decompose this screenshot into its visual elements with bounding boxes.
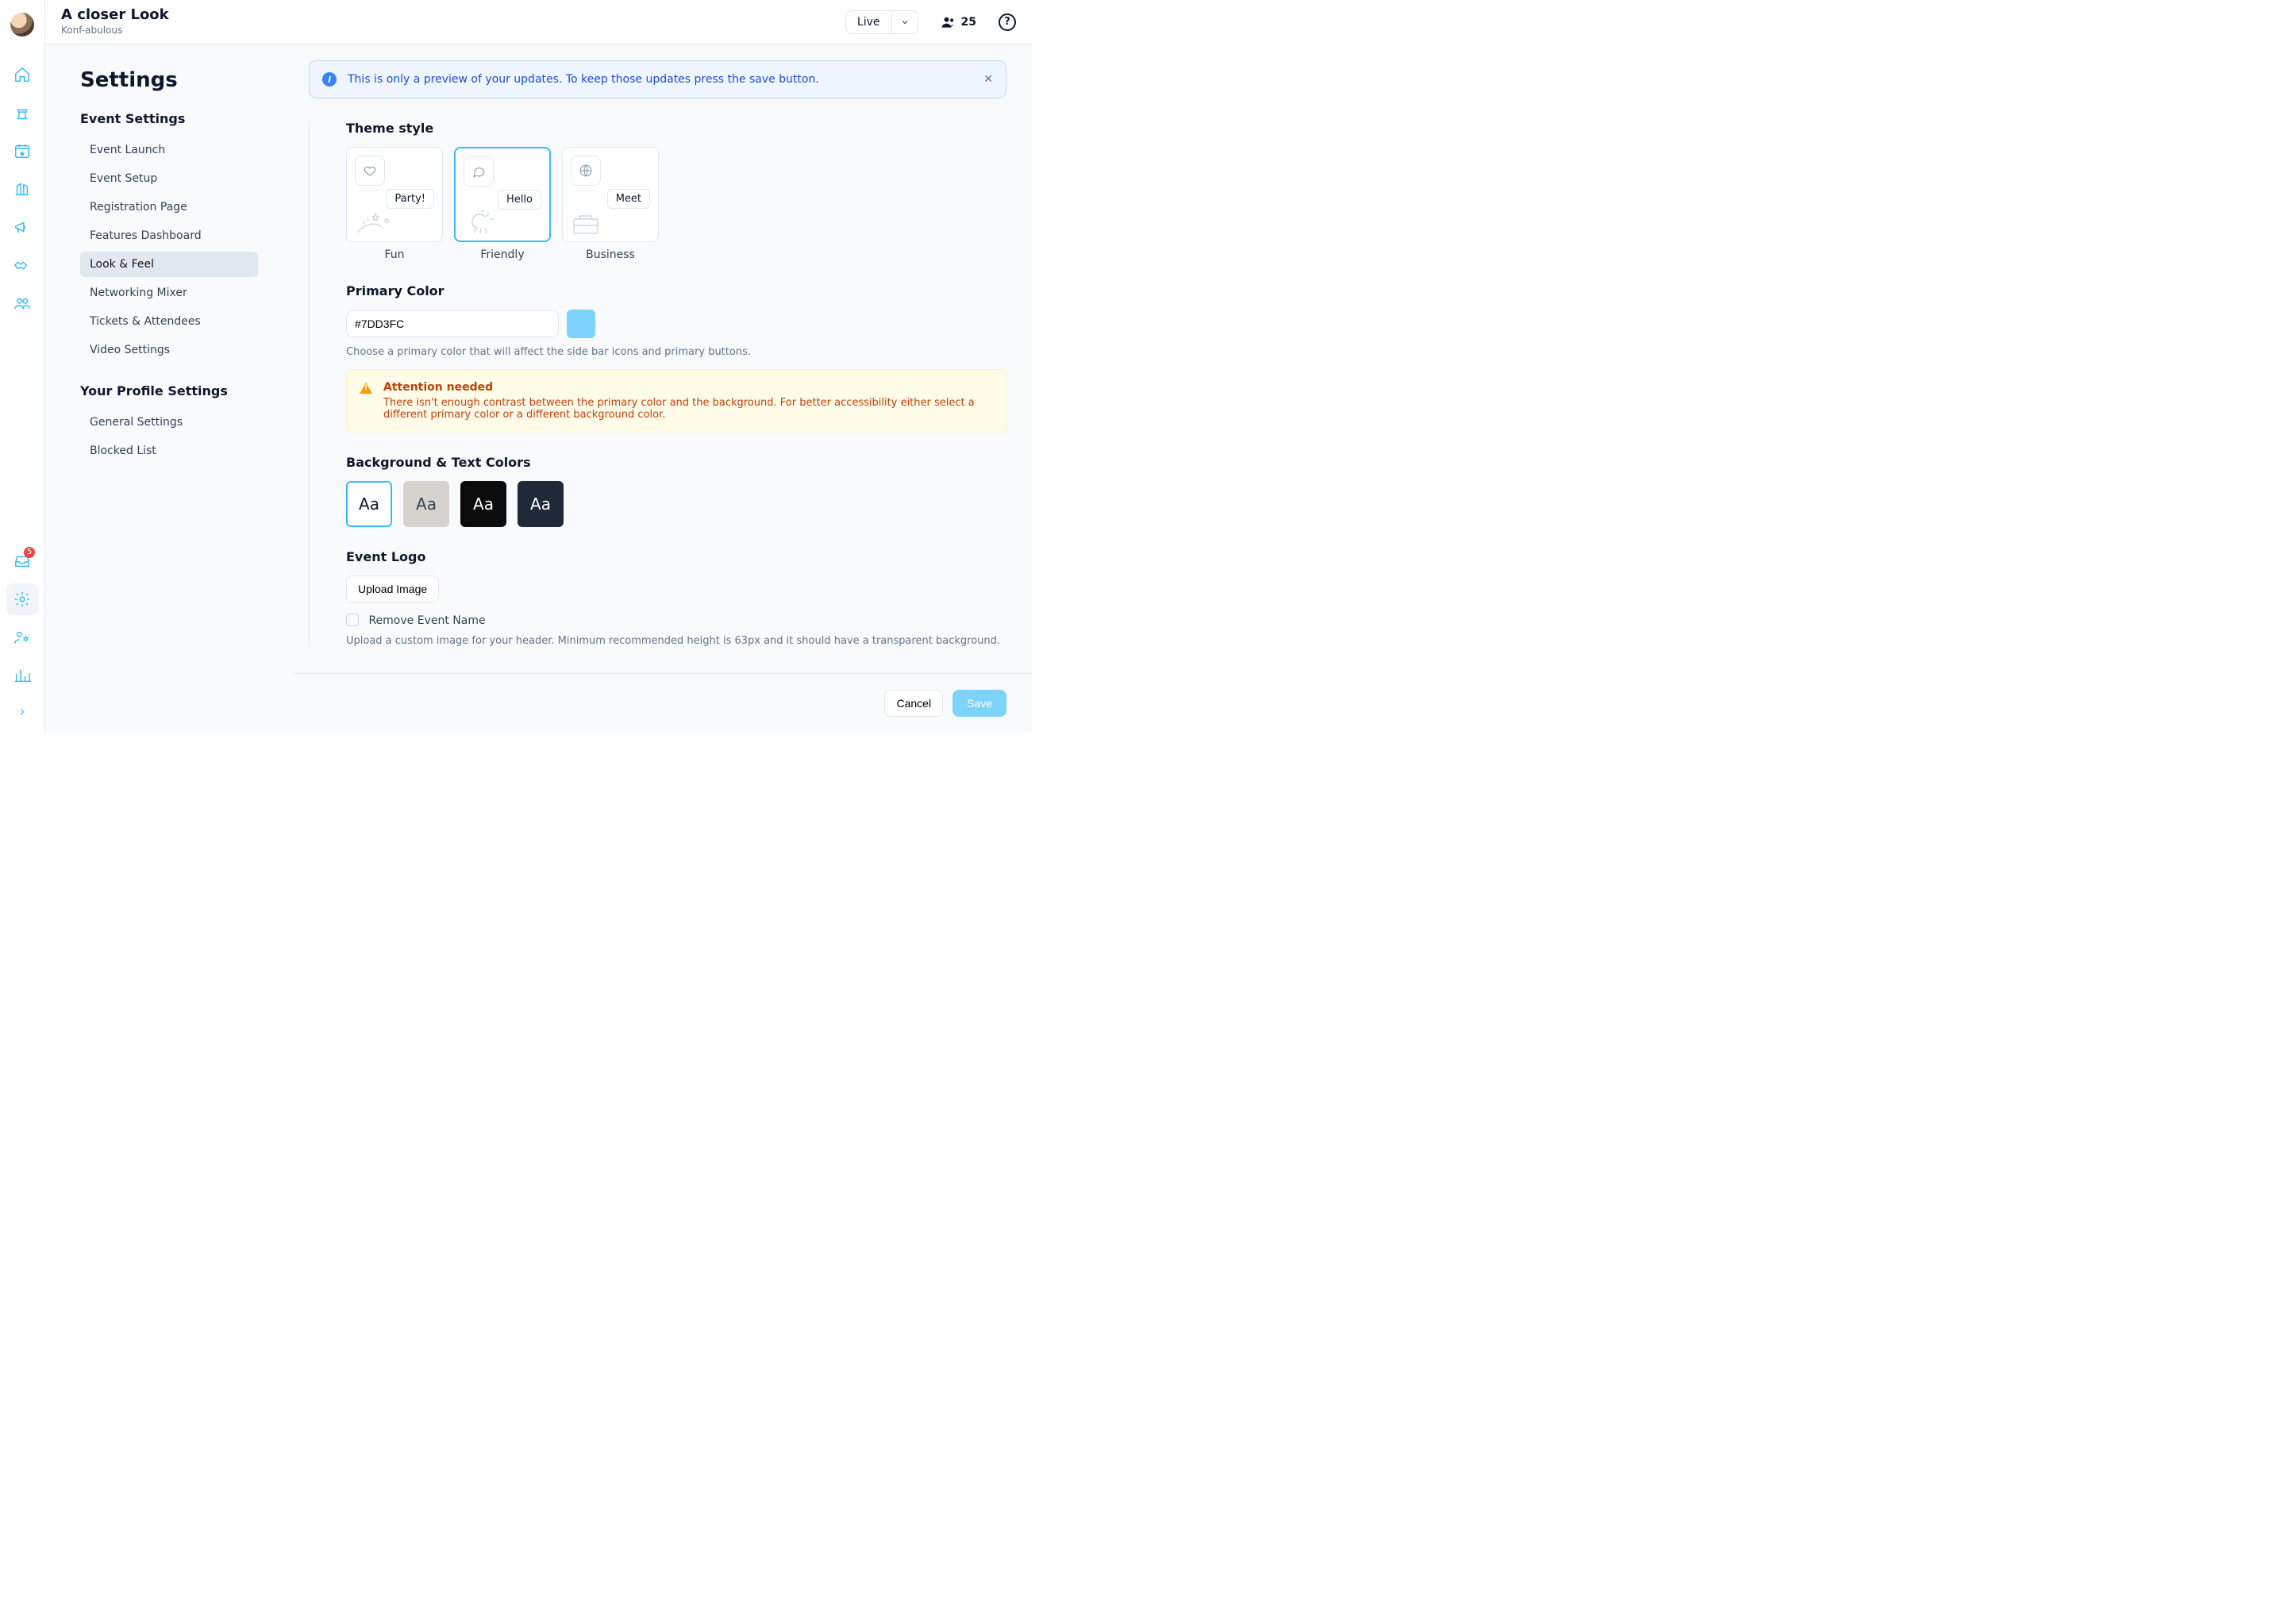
nav-people-icon[interactable] [6,287,38,319]
theme-business-label: Business [586,248,635,261]
live-status-button[interactable]: Live [846,11,891,33]
nav-registration-page[interactable]: Registration Page [80,194,258,220]
question-mark-icon: ? [1004,16,1010,28]
cancel-button[interactable]: Cancel [884,690,943,717]
event-title: A closer Look [61,7,169,24]
help-button[interactable]: ? [999,13,1016,31]
nav-handshake-icon[interactable] [6,249,38,281]
nav-general-settings[interactable]: General Settings [80,410,258,435]
nav-tickets-attendees[interactable]: Tickets & Attendees [80,309,258,334]
nav-event-setup[interactable]: Event Setup [80,166,258,191]
nav-building-icon[interactable] [6,173,38,205]
nav-section-event: Event Settings [80,111,258,126]
nav-video-settings[interactable]: Video Settings [80,337,258,363]
theme-friendly-label: Friendly [480,248,524,261]
nav-calendar-icon[interactable] [6,135,38,167]
warning-title: Attention needed [383,381,993,394]
nav-inbox-icon[interactable]: 5 [6,545,38,577]
nav-networking-mixer[interactable]: Networking Mixer [80,280,258,306]
theme-friendly[interactable]: Hello Friendly [454,147,551,261]
nav-settings-icon[interactable] [6,583,38,615]
theme-fun[interactable]: Party! Fun [346,147,443,261]
nav-section-profile: Your Profile Settings [80,383,258,398]
globe-icon [571,156,601,186]
nav-podium-icon[interactable] [6,97,38,129]
close-icon[interactable]: ✕ [983,73,993,86]
primary-color-input[interactable] [346,310,559,337]
event-logo-heading: Event Logo [346,549,1006,564]
settings-sidebar: Settings Event Settings Event Launch Eve… [45,44,258,733]
primary-color-swatch[interactable] [567,310,595,338]
icon-rail: 5 [0,0,45,733]
theme-fun-label: Fun [384,248,404,261]
bg-option-light[interactable]: Aa [346,481,392,527]
nav-features-dashboard[interactable]: Features Dashboard [80,223,258,248]
chevron-down-icon [900,17,910,27]
heart-icon [355,156,385,186]
primary-color-help: Choose a primary color that will affect … [346,346,1006,358]
theme-style-heading: Theme style [346,121,1006,136]
info-icon: i [322,72,337,87]
people-icon [941,14,956,30]
avatar[interactable] [10,13,34,37]
remove-event-name-label: Remove Event Name [368,614,485,627]
nav-blocked-list[interactable]: Blocked List [80,438,258,464]
event-logo-help: Upload a custom image for your header. M… [346,635,1006,647]
warning-body: There isn't enough contrast between the … [383,397,993,421]
warning-icon [360,383,372,394]
chat-icon [464,156,494,187]
inbox-badge: 5 [24,547,35,558]
preview-info-banner: i This is only a preview of your updates… [309,60,1006,98]
topbar: A closer Look Konf-abulous Live 25 ? [45,0,1032,44]
bg-option-sepia[interactable]: Aa [403,481,449,527]
contrast-warning: Attention needed There isn't enough cont… [346,369,1006,433]
bg-option-dark[interactable]: Aa [518,481,564,527]
remove-event-name-checkbox[interactable] [346,614,359,626]
attendees-count-widget[interactable]: 25 [941,14,976,30]
rail-collapse-toggle[interactable] [6,698,38,726]
page-title: Settings [80,68,258,92]
nav-analytics-icon[interactable] [6,660,38,691]
bg-text-heading: Background & Text Colors [346,455,1006,470]
nav-look-and-feel[interactable]: Look & Feel [80,252,258,277]
save-button[interactable]: Save [952,690,1006,717]
preview-banner-text: This is only a preview of your updates. … [348,73,819,86]
nav-team-settings-icon[interactable] [6,622,38,653]
upload-image-button[interactable]: Upload Image [346,575,439,602]
primary-color-heading: Primary Color [346,283,1006,298]
nav-home-icon[interactable] [6,59,38,90]
live-status-group: Live [845,10,918,34]
form-footer: Cancel Save [293,673,1032,733]
live-status-dropdown[interactable] [891,11,918,33]
nav-megaphone-icon[interactable] [6,211,38,243]
attendees-count-value: 25 [961,16,976,29]
nav-event-launch[interactable]: Event Launch [80,137,258,163]
bg-option-black[interactable]: Aa [460,481,506,527]
event-subtitle: Konf-abulous [61,25,169,37]
theme-business[interactable]: Meet Business [562,147,659,261]
